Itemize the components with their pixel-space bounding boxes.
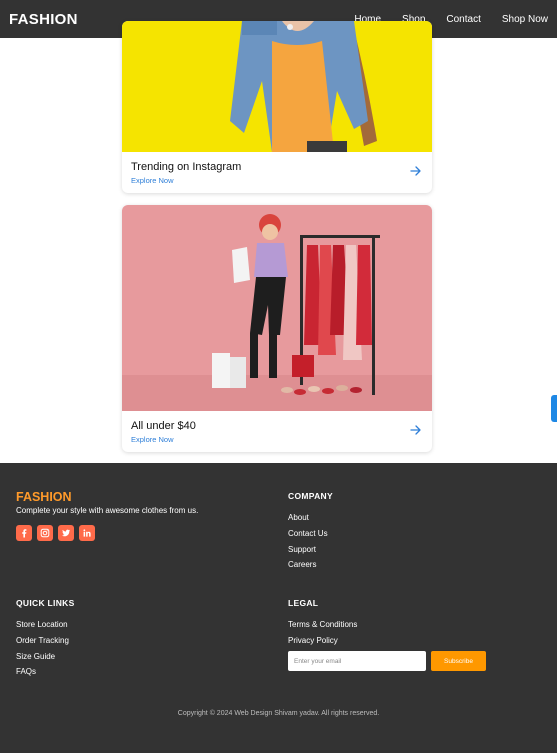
trending-card-meta: Trending on Instagram Explore Now: [122, 152, 432, 193]
under-40-explore-link[interactable]: Explore Now: [131, 435, 423, 444]
trending-photo: [122, 21, 432, 152]
copyright-text: Copyright © 2024 Web Design Shivam yadav…: [177, 710, 380, 717]
footer-link-contact-us[interactable]: Contact Us: [288, 526, 328, 542]
under-40-card-meta: All under $40 Explore Now: [122, 411, 432, 452]
footer-link-careers[interactable]: Careers: [288, 557, 328, 573]
trending-card-image: [122, 21, 432, 152]
linkedin-icon[interactable]: [79, 525, 95, 541]
footer-link-size-guide[interactable]: Size Guide: [16, 649, 69, 665]
footer-tagline: Complete your style with awesome clothes…: [16, 506, 199, 515]
quick-links-heading: QUICK LINKS: [16, 598, 75, 608]
facebook-icon[interactable]: [16, 525, 32, 541]
footer-link-privacy[interactable]: Privacy Policy: [288, 633, 357, 649]
trending-card[interactable]: Trending on Instagram Explore Now: [122, 21, 432, 193]
social-links: [16, 525, 95, 541]
footer-link-order-tracking[interactable]: Order Tracking: [16, 633, 69, 649]
under-40-card[interactable]: All under $40 Explore Now: [122, 205, 432, 452]
quick-links: Store Location Order Tracking Size Guide…: [16, 617, 69, 680]
nav-contact-link[interactable]: Contact: [446, 14, 480, 25]
legal-links: Terms & Conditions Privacy Policy: [288, 617, 357, 649]
legal-heading: LEGAL: [288, 598, 319, 608]
nav-shop-now-link[interactable]: Shop Now: [502, 14, 548, 25]
footer-link-faqs[interactable]: FAQs: [16, 664, 69, 680]
subscribe-button[interactable]: Subscribe: [431, 651, 486, 671]
under-40-card-title: All under $40: [131, 420, 196, 432]
footer-link-support[interactable]: Support: [288, 542, 328, 558]
site-footer: FASHION Complete your style with awesome…: [0, 463, 557, 753]
footer-brand: FASHION: [16, 490, 72, 504]
company-heading: COMPANY: [288, 491, 333, 501]
brand-logo[interactable]: FASHION: [9, 11, 78, 28]
footer-link-terms[interactable]: Terms & Conditions: [288, 617, 357, 633]
instagram-icon[interactable]: [37, 525, 53, 541]
side-feedback-tab[interactable]: [551, 395, 557, 422]
company-links: About Contact Us Support Careers: [288, 510, 328, 573]
trending-card-title: Trending on Instagram: [131, 161, 242, 173]
newsletter-email-input[interactable]: [288, 651, 426, 671]
footer-link-store-location[interactable]: Store Location: [16, 617, 69, 633]
footer-link-about[interactable]: About: [288, 510, 328, 526]
under-40-card-image: [122, 205, 432, 411]
clothing-rack-photo: [122, 205, 432, 411]
arrow-right-icon[interactable]: [410, 165, 422, 177]
trending-explore-link[interactable]: Explore Now: [131, 176, 423, 185]
arrow-right-icon[interactable]: [410, 424, 422, 436]
twitter-icon[interactable]: [58, 525, 74, 541]
